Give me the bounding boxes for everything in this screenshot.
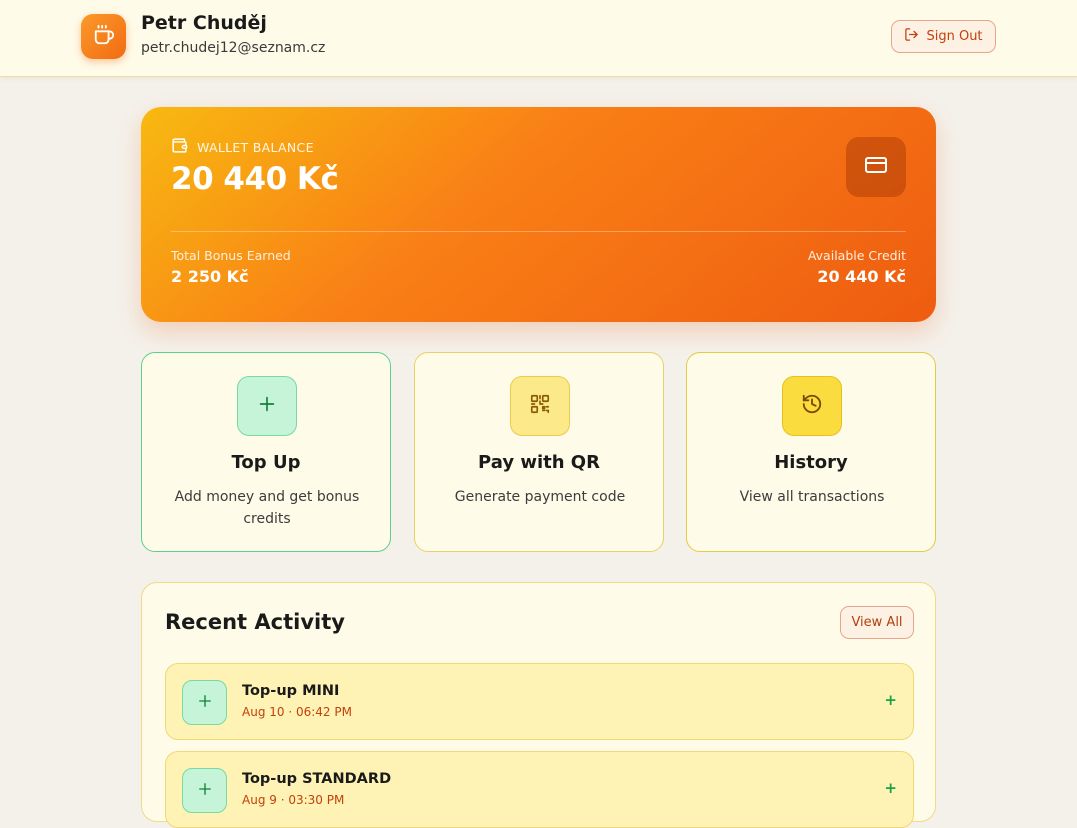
transaction-amount: +: [884, 691, 897, 709]
history-card[interactable]: History View all transactions: [686, 352, 936, 552]
log-out-icon: [904, 27, 919, 46]
top-up-title: Top Up: [231, 452, 301, 473]
plus-icon: [256, 393, 278, 419]
pay-with-qr-description: Generate payment code: [454, 489, 626, 505]
sign-out-button[interactable]: Sign Out: [891, 20, 996, 53]
history-icon: [801, 393, 823, 419]
transaction-amount: +: [884, 779, 897, 797]
user-email: petr.chudej12@seznam.cz: [141, 40, 326, 56]
top-up-card[interactable]: Top Up Add money and get bonus credits: [141, 352, 391, 552]
transaction-row[interactable]: Top-up STANDARD Aug 9 · 03:30 PM +: [165, 751, 914, 828]
app-logo: [81, 14, 126, 59]
card-button[interactable]: [846, 137, 906, 197]
pay-with-qr-card[interactable]: Pay with QR Generate payment code: [414, 352, 664, 552]
history-title: History: [774, 452, 848, 473]
plus-icon: [196, 692, 214, 714]
top-bar: Petr Chuděj petr.chudej12@seznam.cz Sign…: [0, 0, 1077, 77]
transaction-icon-box: [182, 680, 227, 725]
history-icon-box: [782, 376, 842, 436]
recent-activity-title: Recent Activity: [165, 610, 345, 634]
wallet-divider: [171, 231, 906, 232]
wallet-balance-label: WALLET BALANCE: [197, 139, 314, 155]
transaction-name: Top-up STANDARD: [242, 771, 392, 787]
top-up-description: Add money and get bonus credits: [174, 489, 360, 527]
available-credit-label: Available Credit: [807, 248, 906, 263]
recent-activity-panel: Recent Activity View All Top-up MINI Aug…: [141, 582, 936, 828]
view-all-button[interactable]: View All: [840, 606, 914, 639]
transaction-name: Top-up MINI: [242, 683, 340, 699]
transaction-time: Aug 10 · 06:42 PM: [242, 705, 352, 719]
pay-with-qr-icon-box: [510, 376, 570, 436]
total-bonus-value: 2 250 Kč: [171, 267, 249, 286]
history-description: View all transactions: [739, 489, 885, 505]
credit-card-icon: [864, 153, 888, 181]
qr-code-icon: [529, 393, 551, 419]
pay-with-qr-title: Pay with QR: [478, 452, 600, 473]
top-up-icon-box: [237, 376, 297, 436]
transaction-time: Aug 9 · 03:30 PM: [242, 793, 345, 807]
sign-out-label: Sign Out: [926, 29, 983, 44]
plus-icon: [196, 780, 214, 802]
user-name: Petr Chuděj: [141, 12, 267, 34]
total-bonus-label: Total Bonus Earned: [171, 248, 291, 263]
coffee-cup-icon: [93, 24, 115, 50]
transaction-icon-box: [182, 768, 227, 813]
transaction-row[interactable]: Top-up MINI Aug 10 · 06:42 PM +: [165, 663, 914, 740]
available-credit-value: 20 440 Kč: [817, 267, 906, 286]
wallet-balance-heading: WALLET BALANCE: [171, 137, 314, 157]
wallet-balance-card: WALLET BALANCE 20 440 Kč Total Bonus Ear…: [141, 107, 936, 322]
wallet-icon: [171, 137, 188, 157]
wallet-balance-amount: 20 440 Kč: [171, 161, 339, 197]
